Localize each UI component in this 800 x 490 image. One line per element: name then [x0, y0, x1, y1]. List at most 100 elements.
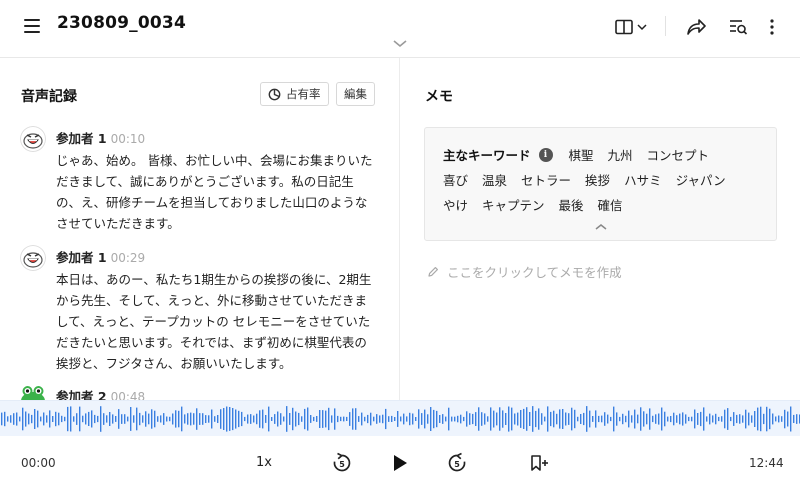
- waveform-bar: [637, 414, 639, 424]
- waveform-bar: [388, 416, 390, 422]
- document-title: 230809_0034: [57, 13, 186, 33]
- waveform-bar: [571, 407, 573, 431]
- forward-button[interactable]: 5: [445, 451, 469, 475]
- timestamp[interactable]: 00:29: [111, 251, 146, 265]
- waveform-bar: [460, 414, 462, 424]
- waveform-bar: [691, 416, 693, 422]
- waveform-bar: [127, 416, 129, 422]
- keyword-chip[interactable]: 棋聖: [569, 145, 594, 164]
- timestamp[interactable]: 00:10: [111, 132, 146, 146]
- waveform-bar: [670, 416, 672, 423]
- waveform-bar: [43, 412, 45, 426]
- edit-button[interactable]: 編集: [336, 82, 375, 106]
- keyword-chip[interactable]: 確信: [598, 195, 623, 214]
- keyword-chip[interactable]: 温泉: [482, 170, 507, 189]
- menu-icon[interactable]: [22, 16, 44, 36]
- waveform-bar: [346, 416, 348, 421]
- waveform-bar: [541, 413, 543, 425]
- playback-speed-button[interactable]: 1x: [256, 455, 272, 470]
- waveform-bar: [316, 416, 318, 422]
- keyword-chip[interactable]: 挨拶: [585, 170, 610, 189]
- waveform-bar: [751, 415, 753, 423]
- utterance[interactable]: 参加者 1 00:29 本日は、あのー、私たち1期生からの挨拶の後に、2期生から先…: [20, 245, 380, 375]
- waveform-bar: [646, 413, 648, 425]
- waveform-bar: [208, 415, 210, 423]
- more-options-button[interactable]: [764, 14, 780, 40]
- edit-button-label: 編集: [344, 87, 367, 101]
- waveform-bar: [10, 415, 12, 423]
- chevron-up-icon[interactable]: [594, 222, 608, 232]
- add-bookmark-button[interactable]: [528, 453, 550, 473]
- waveform-bar: [226, 406, 228, 432]
- keyword-chip[interactable]: 九州: [608, 145, 633, 164]
- keyword-chip[interactable]: 喜び: [443, 170, 468, 189]
- keyword-chip[interactable]: コンセプト: [647, 145, 710, 164]
- waveform-bar: [364, 416, 366, 422]
- keywords-label: 主なキーワード: [443, 148, 531, 163]
- waveform-bar: [28, 413, 30, 425]
- waveform-bar: [220, 409, 222, 429]
- keyword-chip[interactable]: ジャパン: [676, 170, 726, 189]
- waveform-bar: [409, 412, 411, 426]
- waveform-bar: [487, 416, 489, 422]
- audio-waveform[interactable]: [0, 400, 800, 436]
- waveform-bar: [712, 415, 714, 423]
- waveform-bar: [238, 410, 240, 428]
- memo-input-prompt[interactable]: ここをクリックしてメモを作成: [427, 262, 622, 281]
- waveform-bar: [601, 415, 603, 423]
- waveform-bar: [322, 410, 324, 428]
- waveform-bar: [286, 406, 288, 432]
- waveform-bar: [79, 406, 81, 432]
- waveform-bar: [739, 414, 741, 424]
- waveform-bar: [31, 414, 33, 424]
- waveform-bar: [550, 411, 552, 427]
- search-transcript-button[interactable]: [726, 14, 750, 40]
- memo-title: メモ: [425, 89, 453, 105]
- waveform-bar: [112, 414, 114, 424]
- waveform-bar: [529, 412, 531, 426]
- waveform-bar: [7, 416, 9, 422]
- waveform-bar: [295, 411, 297, 427]
- waveform-bar: [157, 416, 159, 422]
- waveform-bar: [757, 407, 759, 431]
- waveform-bar: [394, 417, 396, 421]
- waveform-bar: [298, 412, 300, 426]
- utterance[interactable]: 参加者 2 00:48: [20, 384, 380, 400]
- waveform-bar: [580, 414, 582, 424]
- rewind-button[interactable]: 5: [330, 451, 354, 475]
- layout-toggle-button[interactable]: [612, 14, 650, 40]
- waveform-bar: [34, 409, 36, 429]
- waveform-bar: [478, 407, 480, 431]
- waveform-bar: [55, 411, 57, 427]
- info-icon[interactable]: i: [538, 147, 553, 162]
- waveform-bar: [586, 406, 588, 432]
- waveform-graph[interactable]: [0, 401, 800, 437]
- keyword-chip[interactable]: やけ: [443, 195, 468, 214]
- speaker-line: 参加者 1 00:10: [56, 128, 145, 147]
- utterance[interactable]: 参加者 1 00:10 じゃあ、始め。 皆様、お忙しい中、会場にお集まりいただきま…: [20, 126, 380, 236]
- waveform-bar: [76, 413, 78, 425]
- frog-avatar-icon: [21, 386, 45, 400]
- keyword-chip[interactable]: ハサミ: [624, 170, 662, 189]
- share-button[interactable]: [684, 14, 708, 40]
- keyword-chip[interactable]: セトラー: [521, 170, 571, 189]
- chevron-down-icon[interactable]: [392, 38, 408, 50]
- waveform-bar: [103, 413, 105, 425]
- keywords-row: やけ キャプテン 最後 確信: [443, 195, 637, 214]
- waveform-bar: [385, 408, 387, 430]
- waveform-bar: [133, 415, 135, 423]
- waveform-bar: [106, 415, 108, 423]
- waveform-bar: [166, 416, 168, 422]
- waveform-bar: [235, 409, 237, 429]
- waveform-bar: [1, 412, 3, 426]
- keyword-chip[interactable]: 最後: [559, 195, 584, 214]
- waveform-bar: [703, 407, 705, 431]
- waveform-bar: [724, 409, 726, 429]
- waveform-bar: [508, 406, 510, 432]
- waveform-bar: [448, 407, 450, 431]
- timestamp[interactable]: 00:48: [111, 390, 146, 400]
- speaker-share-button[interactable]: 占有率: [260, 82, 329, 106]
- play-button[interactable]: [388, 451, 412, 475]
- waveform-bar: [376, 414, 378, 424]
- keyword-chip[interactable]: キャプテン: [482, 195, 545, 214]
